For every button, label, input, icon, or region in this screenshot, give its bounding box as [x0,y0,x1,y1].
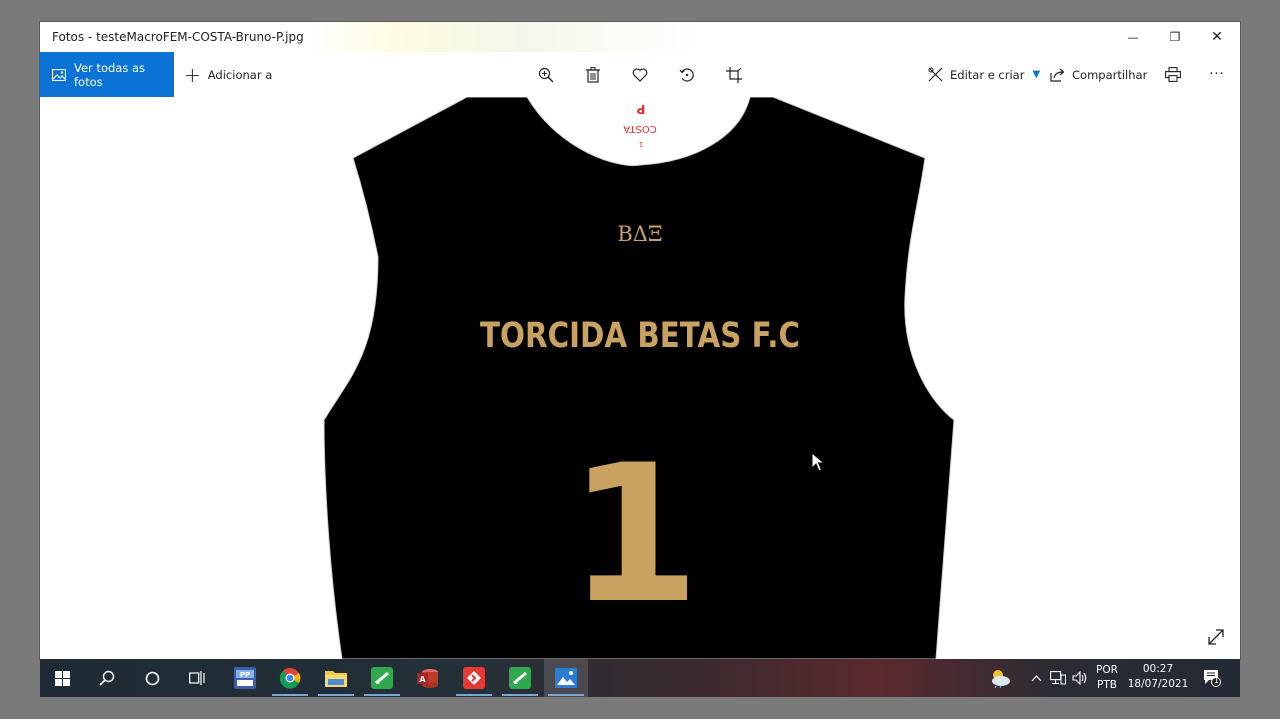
jersey-number: 1 [568,424,700,645]
volume-button[interactable] [1069,659,1091,697]
favorite-heart-icon [632,67,648,82]
photos-running-indicator [548,694,584,696]
window-title: Fotos - testeMacroFEM-COSTA-Bruno-P.jpg [52,30,304,44]
start-button[interactable] [40,659,84,697]
weather-cloud-icon [992,670,1010,688]
volume-icon [1072,671,1087,685]
crop-icon [726,66,742,83]
neck-size-label: P [636,102,645,116]
access-icon: A [417,669,438,688]
edit-create-label: Editar e criar [950,67,1025,82]
cortana-icon [145,671,159,685]
task-view-icon [189,671,205,685]
chevron-up-icon [1031,674,1041,681]
image-canvas[interactable]: P COSTA 1 BΔΞ TORCIDA BETAS F.C 1 [40,97,1240,659]
red-app-icon [463,667,485,689]
expand-icon [1208,629,1224,645]
rotate-button[interactable] [669,52,705,97]
cortana-button[interactable] [130,659,174,697]
more-options-icon: ··· [1209,67,1225,82]
jersey-image: P COSTA 1 BΔΞ TORCIDA BETAS F.C 1 [323,97,955,659]
chrome-running-indicator [272,694,308,696]
red-app-running-indicator [456,694,492,696]
taskbar-app-photos[interactable] [544,659,588,697]
view-all-photos-label: Ver todas as fotos [74,60,146,89]
green-app-icon [371,667,393,689]
greek-logo: BΔΞ [617,222,662,246]
start-icon [54,670,70,686]
svg-text:PP: PP [240,671,250,679]
close-icon: ✕ [1211,29,1223,45]
notification-count: 1 [1214,676,1220,685]
close-button[interactable]: ✕ [1196,22,1238,52]
share-icon [1050,68,1065,82]
chrome-icon [279,668,301,689]
team-name: TORCIDA BETAS F.C [480,316,800,356]
restore-icon: ❐ [1169,30,1181,44]
taskbar: PP A POR PTB 00:27 18/07/2021 1 [40,659,1240,697]
file-explorer-icon [325,671,347,687]
share-button[interactable]: Compartilhar [1050,52,1147,97]
restore-button[interactable]: ❐ [1154,22,1196,52]
delete-icon [586,66,600,83]
title-bar[interactable]: Fotos - testeMacroFEM-COSTA-Bruno-P.jpg … [40,22,1240,52]
photos-gallery-icon [52,68,66,81]
clock-time: 00:27 [1142,663,1174,675]
task-view-button[interactable] [175,659,219,697]
zoom-in-icon [538,67,554,82]
rotate-icon [679,67,694,82]
favorite-button[interactable] [622,52,658,97]
notification-center-button[interactable]: 1 [1192,659,1232,697]
taskbar-app-explorer[interactable] [314,659,358,697]
delete-button[interactable] [575,52,611,97]
photos-app-icon [555,668,577,688]
search-button[interactable] [85,659,129,697]
powerpoint-app-icon: PP [234,667,256,689]
edit-create-button[interactable]: Editar e criar ▼ [928,52,1040,97]
minimize-button[interactable]: — [1112,22,1154,52]
taskbar-app-green-2[interactable] [498,659,542,697]
svg-text:A: A [419,675,426,684]
neck-name-label: COSTA [623,123,657,134]
add-to-button[interactable]: + Adicionar a [184,52,272,97]
keyboard-layout: PTB [1097,679,1117,691]
view-all-photos-button[interactable]: Ver todas as fotos [40,52,174,97]
chevron-down-icon: ▼ [1032,69,1041,80]
zoom-in-button[interactable] [528,52,564,97]
network-button[interactable] [1047,659,1069,697]
more-options-button[interactable]: ··· [1199,52,1235,97]
photos-window: Fotos - testeMacroFEM-COSTA-Bruno-P.jpg … [40,22,1240,659]
fullscreen-button[interactable] [1204,625,1228,649]
print-button[interactable] [1155,52,1191,97]
plus-icon: + [184,62,201,87]
taskbar-app-powerpoint[interactable]: PP [223,659,267,697]
taskbar-app-chrome[interactable] [268,659,312,697]
toolbar: Ver todas as fotos + Adicionar a Editar … [40,52,1240,97]
clock-date: 18/07/2021 [1127,678,1189,690]
network-icon [1050,671,1066,685]
search-icon [99,670,115,686]
crop-button[interactable] [716,52,752,97]
edit-create-icon [928,67,943,82]
add-to-label: Adicionar a [207,67,273,82]
show-hidden-icons-button[interactable] [1025,659,1047,697]
taskbar-app-access[interactable]: A [406,659,450,697]
taskbar-app-green[interactable] [360,659,404,697]
mouse-cursor-icon [811,452,825,472]
print-icon [1165,67,1181,82]
minimize-icon: — [1127,30,1139,44]
taskbar-app-red[interactable] [452,659,496,697]
green-app-2-running-indicator [502,694,538,696]
share-label: Compartilhar [1072,67,1148,82]
weather-button[interactable] [978,659,1022,697]
language-code: POR [1096,664,1118,676]
language-indicator[interactable]: POR PTB [1092,663,1122,693]
neck-number-label: 1 [639,140,643,148]
green-app-icon-2 [509,667,531,689]
green-app-running-indicator [364,694,400,696]
explorer-running-indicator [318,694,354,696]
clock[interactable]: 00:27 18/07/2021 [1126,662,1190,692]
